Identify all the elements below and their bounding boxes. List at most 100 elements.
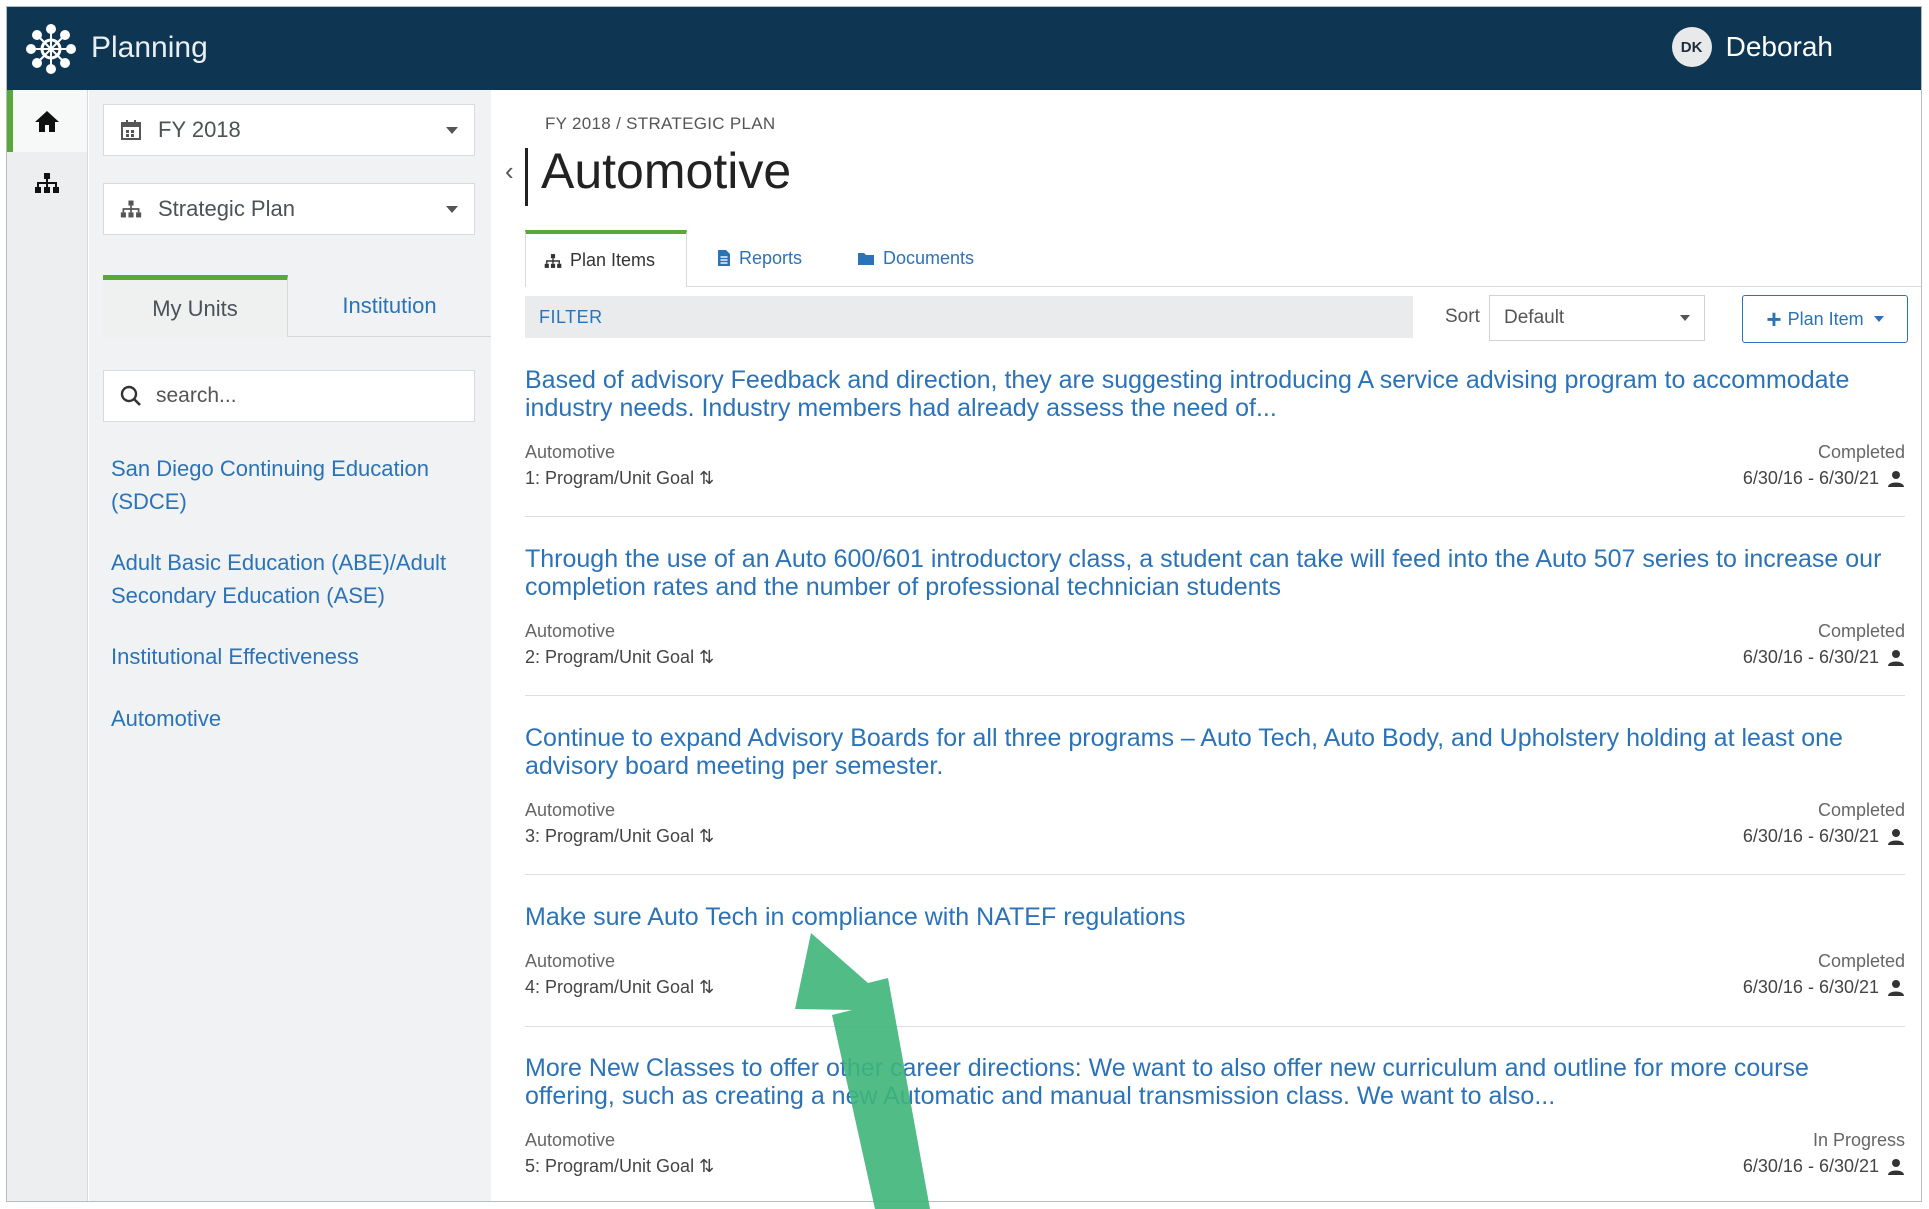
user-icon[interactable] xyxy=(1887,470,1905,488)
plan-item-unit: Automotive xyxy=(525,951,616,971)
chevron-down-icon xyxy=(1873,316,1884,322)
content-tabs: Plan Items Reports Documents xyxy=(525,230,1921,287)
sort-value: Default xyxy=(1504,307,1565,328)
chevron-down-icon xyxy=(446,205,458,213)
chevron-down-icon xyxy=(1680,315,1690,321)
unit-link-institutional-effectiveness[interactable]: Institutional Effectiveness xyxy=(111,640,471,673)
main-content: FY 2018 / STRATEGIC PLAN ‹ Automotive Pl… xyxy=(491,90,1921,1201)
plan-item-dates: 6/30/16 - 6/30/21 xyxy=(1743,468,1905,489)
tab-my-units[interactable]: My Units xyxy=(103,275,288,337)
plan-item-title[interactable]: Make sure Auto Tech in compliance with N… xyxy=(525,903,1905,931)
search-icon xyxy=(120,385,141,406)
calendar-icon xyxy=(120,119,144,141)
user-menu[interactable]: DK Deborah xyxy=(1671,27,1833,67)
tab-institution[interactable]: Institution xyxy=(288,275,491,337)
plan-item-unit: Automotive xyxy=(525,621,616,641)
tab-plan-items[interactable]: Plan Items xyxy=(525,230,687,287)
plan-item-row[interactable]: More New Classes to offer other career d… xyxy=(525,1054,1905,1201)
title-divider xyxy=(525,148,528,206)
plan-item-unit: Automotive xyxy=(525,1130,616,1150)
plan-item-unit: Automotive xyxy=(525,442,616,462)
sort-arrows-icon[interactable]: ⇅ xyxy=(699,468,714,488)
plan-value: Strategic Plan xyxy=(158,196,295,221)
folder-icon xyxy=(858,252,874,265)
breadcrumb[interactable]: FY 2018 / STRATEGIC PLAN xyxy=(545,114,775,134)
unit-link-automotive[interactable]: Automotive xyxy=(111,702,471,735)
add-plan-item-label: Plan Item xyxy=(1787,308,1864,329)
plan-item-date-range: 6/30/16 - 6/30/21 xyxy=(1742,468,1879,488)
plan-select[interactable]: Strategic Plan xyxy=(103,183,475,235)
plan-item-row[interactable]: Based of advisory Feedback and direction… xyxy=(525,366,1905,517)
plan-item-goal: 5: Program/Unit Goal ⇅ xyxy=(525,1156,714,1177)
plan-item-goal: 2: Program/Unit Goal ⇅ xyxy=(525,647,714,668)
tab-label: Documents xyxy=(883,247,975,268)
plus-icon: + xyxy=(1766,304,1782,334)
tab-reports[interactable]: Reports xyxy=(699,230,820,286)
home-icon xyxy=(35,111,59,132)
user-icon[interactable] xyxy=(1887,979,1905,997)
sort-label: Sort xyxy=(1445,306,1480,327)
tab-label: Plan Items xyxy=(570,250,656,270)
plan-item-row[interactable]: Through the use of an Auto 600/601 intro… xyxy=(525,545,1905,696)
plan-item-title[interactable]: Through the use of an Auto 600/601 intro… xyxy=(525,545,1905,601)
rail-item-home[interactable] xyxy=(7,90,87,152)
chevron-down-icon xyxy=(446,126,458,134)
user-icon[interactable] xyxy=(1887,828,1905,846)
fiscal-year-value: FY 2018 xyxy=(158,117,241,142)
sort-arrows-icon[interactable]: ⇅ xyxy=(699,826,714,846)
plan-item-row[interactable]: Make sure Auto Tech in compliance with N… xyxy=(525,903,1905,1027)
user-name[interactable]: Deborah xyxy=(1726,31,1833,63)
filter-bar[interactable]: FILTER xyxy=(525,296,1413,338)
left-rail xyxy=(7,90,88,1201)
tab-label: Reports xyxy=(739,247,803,268)
unit-link-abe-ase[interactable]: Adult Basic Education (ABE)/Adult Second… xyxy=(111,546,471,612)
plan-item-status: In Progress xyxy=(1812,1130,1905,1150)
plan-item-goal: 1: Program/Unit Goal ⇅ xyxy=(525,468,714,489)
plan-item-goal-text: 1: Program/Unit Goal xyxy=(525,468,695,488)
tab-documents[interactable]: Documents xyxy=(839,230,992,286)
fiscal-year-select[interactable]: FY 2018 xyxy=(103,104,475,156)
plan-item-unit: Automotive xyxy=(525,800,616,820)
top-bar: Planning DK Deborah xyxy=(7,7,1921,90)
user-icon[interactable] xyxy=(1887,649,1905,667)
search-input[interactable] xyxy=(154,383,458,409)
plan-item-title[interactable]: Continue to expand Advisory Boards for a… xyxy=(525,724,1905,780)
plan-item-dates: 6/30/16 - 6/30/21 xyxy=(1743,977,1905,998)
plan-item-status: Completed xyxy=(1817,951,1905,971)
plan-item-row[interactable]: Continue to expand Advisory Boards for a… xyxy=(525,724,1905,875)
plan-item-dates: 6/30/16 - 6/30/21 xyxy=(1743,826,1905,847)
page-title: Automotive xyxy=(541,143,792,199)
add-plan-item-button[interactable]: + Plan Item xyxy=(1742,295,1908,343)
sort-select[interactable]: Default xyxy=(1489,295,1705,341)
document-icon xyxy=(718,250,730,266)
sort-arrows-icon[interactable]: ⇅ xyxy=(699,1156,714,1176)
plan-item-dates: 6/30/16 - 6/30/21 xyxy=(1743,647,1905,668)
plan-item-status: Completed xyxy=(1817,800,1905,820)
plan-item-title[interactable]: More New Classes to offer other career d… xyxy=(525,1054,1905,1110)
sidebar: FY 2018 Strategic Plan My Units Institut… xyxy=(89,90,491,1201)
rail-item-hierarchy[interactable] xyxy=(7,152,87,214)
unit-search xyxy=(103,370,475,422)
sort-arrows-icon[interactable]: ⇅ xyxy=(699,977,714,997)
plan-item-goal-text: 2: Program/Unit Goal xyxy=(525,647,695,667)
plan-item-status: Completed xyxy=(1817,442,1905,462)
plan-item-date-range: 6/30/16 - 6/30/21 xyxy=(1742,1156,1879,1176)
plan-item-date-range: 6/30/16 - 6/30/21 xyxy=(1742,977,1879,997)
plan-item-goal: 4: Program/Unit Goal ⇅ xyxy=(525,977,714,998)
avatar[interactable]: DK xyxy=(1671,27,1712,67)
unit-link-sdce[interactable]: San Diego Continuing Education (SDCE) xyxy=(111,452,471,518)
org-chart-icon xyxy=(544,253,562,268)
plan-item-dates: 6/30/16 - 6/30/21 xyxy=(1743,1156,1905,1177)
org-chart-icon xyxy=(120,199,144,219)
plan-item-goal: 3: Program/Unit Goal ⇅ xyxy=(525,826,714,847)
plan-item-goal-text: 3: Program/Unit Goal xyxy=(525,826,695,846)
unit-scope-tabs: My Units Institution xyxy=(103,275,491,337)
sort-arrows-icon[interactable]: ⇅ xyxy=(699,647,714,667)
app-title: Planning xyxy=(91,31,208,64)
planning-logo-icon[interactable] xyxy=(25,23,77,75)
plan-item-date-range: 6/30/16 - 6/30/21 xyxy=(1742,647,1879,667)
app-window: Planning DK Deborah FY 2018 Strategic Pl… xyxy=(6,6,1922,1202)
collapse-sidebar-icon[interactable]: ‹ xyxy=(505,156,514,187)
plan-item-title[interactable]: Based of advisory Feedback and direction… xyxy=(525,366,1905,422)
user-icon[interactable] xyxy=(1887,1158,1905,1176)
